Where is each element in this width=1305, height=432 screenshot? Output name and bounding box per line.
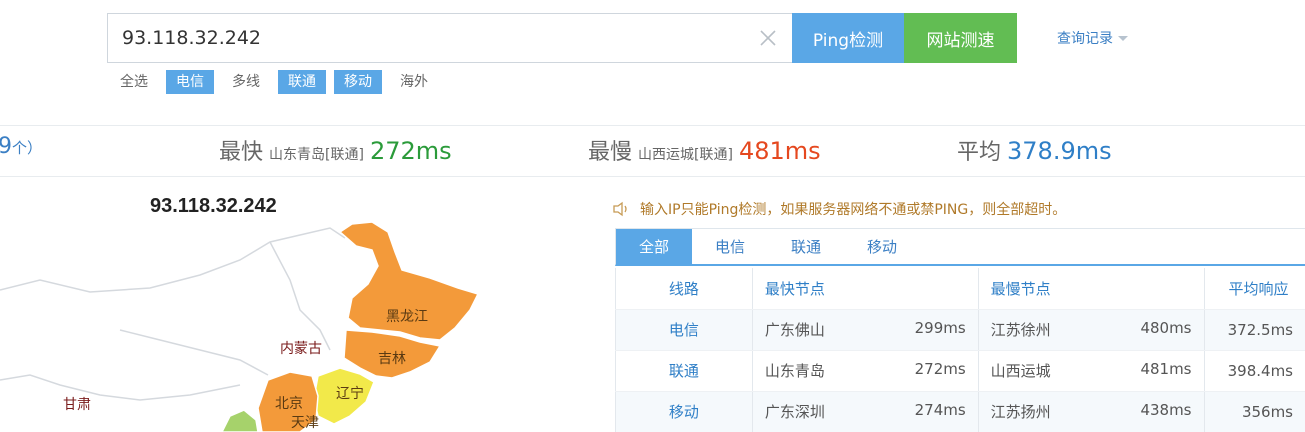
label-jilin: 吉林 bbox=[378, 351, 406, 367]
fastest-node-cell: 山东青岛 272ms bbox=[752, 350, 979, 392]
table-header-row: 线路 最快节点 最慢节点 平均响应 bbox=[615, 268, 1305, 310]
search-box bbox=[107, 13, 793, 63]
slowest-node-cell: 江苏扬州 438ms bbox=[978, 391, 1205, 432]
filter-multiline[interactable]: 多线 bbox=[222, 70, 270, 94]
filter-unicom[interactable]: 联通 bbox=[278, 70, 326, 94]
china-map: 黑龙江 吉林 内蒙古 辽宁 北京 天津 甘肃 bbox=[0, 221, 480, 432]
fastest-place: 山东青岛[联通] bbox=[269, 147, 364, 163]
fastest-node-ms: 272ms bbox=[914, 360, 966, 378]
fastest-label: 最快 bbox=[219, 140, 264, 165]
divider bbox=[0, 125, 1305, 126]
average-label: 平均 bbox=[957, 140, 1002, 165]
line-cell: 电信 bbox=[615, 309, 753, 351]
border-line bbox=[269, 241, 331, 351]
slowest-node-cell: 山西运城 481ms bbox=[978, 350, 1205, 392]
line-filters: 全选 电信 多线 联通 移动 海外 bbox=[110, 70, 446, 94]
average-cell: 356ms bbox=[1204, 391, 1305, 432]
label-neimenggu: 内蒙古 bbox=[280, 341, 322, 357]
label-gansu: 甘肃 bbox=[63, 397, 91, 413]
fastest-node-name: 广东深圳 bbox=[764, 403, 825, 421]
border-line bbox=[0, 374, 241, 401]
website-speed-button[interactable]: 网站测速 bbox=[904, 13, 1017, 63]
slowest-value: 481ms bbox=[738, 137, 821, 165]
slowest-node-ms: 480ms bbox=[1140, 319, 1192, 337]
average-cell: 372.5ms bbox=[1204, 309, 1305, 351]
slowest-summary: 最慢 山西运城[联通] 481ms bbox=[588, 134, 821, 174]
filter-overseas[interactable]: 海外 bbox=[390, 70, 438, 94]
label-heilongjiang: 黑龙江 bbox=[386, 309, 428, 325]
table-row: 移动 广东深圳 274ms 江苏扬州 438ms 356ms bbox=[615, 391, 1305, 432]
notice-text: 输入IP只能Ping检测，如果服务器网络不通或禁PING，则全部超时。 bbox=[640, 202, 1067, 218]
filter-telecom[interactable]: 电信 bbox=[166, 70, 214, 94]
ping-check-button[interactable]: Ping检测 bbox=[792, 13, 904, 63]
line-cell: 移动 bbox=[615, 391, 753, 432]
tab-telecom[interactable]: 电信 bbox=[692, 229, 768, 265]
border-line bbox=[0, 227, 346, 293]
average-summary: 平均 378.9ms bbox=[957, 134, 1112, 174]
search-input[interactable] bbox=[122, 14, 742, 62]
node-count-unit: 个） bbox=[12, 139, 43, 157]
fastest-node-cell: 广东深圳 274ms bbox=[752, 391, 979, 432]
header-fastest-node: 最快节点 bbox=[752, 268, 979, 310]
fastest-node-ms: 299ms bbox=[914, 319, 966, 337]
slowest-node-ms: 438ms bbox=[1140, 401, 1192, 419]
tab-mobile[interactable]: 移动 bbox=[844, 229, 920, 265]
filter-select-all[interactable]: 全选 bbox=[110, 70, 158, 94]
slowest-label: 最慢 bbox=[588, 140, 633, 165]
average-cell: 398.4ms bbox=[1204, 350, 1305, 392]
slowest-node-ms: 481ms bbox=[1140, 360, 1192, 378]
header-slowest-node: 最慢节点 bbox=[978, 268, 1205, 310]
table-row: 电信 广东佛山 299ms 江苏徐州 480ms 372.5ms bbox=[615, 309, 1305, 351]
notice: 输入IP只能Ping检测，如果服务器网络不通或禁PING，则全部超时。 bbox=[612, 199, 1066, 219]
average-value: 378.9ms bbox=[1007, 137, 1112, 165]
header-average: 平均响应 bbox=[1204, 268, 1305, 310]
speaker-icon bbox=[613, 201, 627, 217]
slowest-node-name: 江苏扬州 bbox=[990, 403, 1051, 421]
fastest-value: 272ms bbox=[369, 137, 452, 165]
header-line: 线路 bbox=[615, 268, 753, 310]
line-cell: 联通 bbox=[615, 350, 753, 392]
slowest-node-name: 山西运城 bbox=[990, 362, 1051, 380]
slowest-node-name: 江苏徐州 bbox=[990, 321, 1051, 339]
tab-unicom[interactable]: 联通 bbox=[768, 229, 844, 265]
fastest-node-ms: 274ms bbox=[914, 401, 966, 419]
label-beijing: 北京 bbox=[275, 396, 303, 412]
divider bbox=[0, 176, 1305, 177]
fastest-node-name: 山东青岛 bbox=[764, 362, 825, 380]
close-icon[interactable] bbox=[757, 27, 779, 49]
filter-mobile[interactable]: 移动 bbox=[334, 70, 382, 94]
slowest-node-cell: 江苏徐州 480ms bbox=[978, 309, 1205, 351]
query-history-label: 查询记录 bbox=[1057, 31, 1113, 47]
fastest-node-cell: 广东佛山 299ms bbox=[752, 309, 979, 351]
tab-all[interactable]: 全部 bbox=[616, 229, 692, 265]
node-count: 9 个） bbox=[0, 134, 42, 174]
fastest-node-name: 广东佛山 bbox=[764, 321, 825, 339]
label-liaoning: 辽宁 bbox=[336, 385, 364, 402]
border-line bbox=[119, 329, 269, 376]
node-count-number: 9 bbox=[0, 134, 12, 159]
slowest-place: 山西运城[联通] bbox=[638, 147, 733, 163]
fastest-summary: 最快 山东青岛[联通] 272ms bbox=[219, 134, 452, 174]
query-history-dropdown[interactable]: 查询记录 bbox=[1057, 28, 1128, 48]
label-tianjin: 天津 bbox=[291, 415, 319, 431]
result-table: 线路 最快节点 最慢节点 平均响应 电信 广东佛山 299ms 江苏徐州 480ms… bbox=[615, 268, 1305, 432]
chevron-down-icon bbox=[1118, 35, 1128, 41]
table-row: 联通 山东青岛 272ms 山西运城 481ms 398.4ms bbox=[615, 350, 1305, 392]
line-tabs: 全部 电信 联通 移动 bbox=[615, 228, 1305, 266]
province-shanxi[interactable] bbox=[221, 409, 259, 432]
